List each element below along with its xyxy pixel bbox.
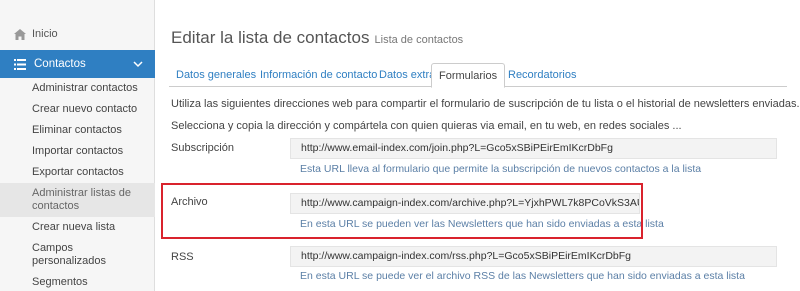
home-icon xyxy=(14,28,28,40)
row-label-rss: RSS xyxy=(171,251,194,263)
sidebar-section-label: Contactos xyxy=(34,58,86,70)
page-title-text: Editar la lista de contactos xyxy=(171,28,370,47)
sidebar-item-campos-personalizados[interactable]: Campos personalizados xyxy=(0,238,155,272)
tab-bar: Datos generales Información de contacto … xyxy=(169,63,787,88)
subscription-url-field[interactable]: http://www.email-index.com/join.php?L=Gc… xyxy=(290,138,777,159)
tab-formularios[interactable]: Formularios xyxy=(431,63,506,88)
intro-text-1: Utiliza las siguientes direcciones web p… xyxy=(171,98,800,110)
sidebar-section-contactos[interactable]: Contactos xyxy=(0,50,155,78)
sidebar-submenu: Administrar contactos Crear nuevo contac… xyxy=(0,78,155,291)
sidebar-item-label: Inicio xyxy=(32,28,58,40)
chevron-down-icon[interactable] xyxy=(133,59,143,69)
sidebar-item-inicio[interactable]: Inicio xyxy=(0,20,155,48)
list-icon xyxy=(14,58,28,70)
tab-recordatorios[interactable]: Recordatorios xyxy=(501,63,583,87)
sidebar-item-administrar-contactos[interactable]: Administrar contactos xyxy=(0,78,155,99)
row-label-subscripcion: Subscripción xyxy=(171,142,234,154)
sidebar-item-exportar-contactos[interactable]: Exportar contactos xyxy=(0,162,155,183)
sidebar: Inicio Contactos Administrar contactos C… xyxy=(0,0,155,291)
intro-text-2: Selecciona y copia la dirección y compár… xyxy=(171,120,682,132)
tab-informacion-contacto[interactable]: Información de contacto xyxy=(253,63,384,87)
page-title: Editar la lista de contactos Lista de co… xyxy=(171,28,463,48)
highlight-box xyxy=(161,183,643,239)
main-content: Editar la lista de contactos Lista de co… xyxy=(155,0,800,291)
sidebar-item-administrar-listas[interactable]: Administrar listas de contactos xyxy=(0,183,155,217)
tab-datos-generales[interactable]: Datos generales xyxy=(169,63,263,87)
rss-help-text: En esta URL se puede ver el archivo RSS … xyxy=(300,270,745,282)
sidebar-item-crear-lista[interactable]: Crear nueva lista xyxy=(0,217,155,238)
sidebar-item-eliminar-contactos[interactable]: Eliminar contactos xyxy=(0,120,155,141)
sidebar-item-crear-contacto[interactable]: Crear nuevo contacto xyxy=(0,99,155,120)
sidebar-item-importar-contactos[interactable]: Importar contactos xyxy=(0,141,155,162)
page-subtitle: Lista de contactos xyxy=(374,34,464,46)
subscription-help-text: Esta URL lleva al formulario que permite… xyxy=(300,163,702,175)
sidebar-item-segmentos[interactable]: Segmentos xyxy=(0,272,155,291)
rss-url-field[interactable]: http://www.campaign-index.com/rss.php?L=… xyxy=(290,246,777,267)
